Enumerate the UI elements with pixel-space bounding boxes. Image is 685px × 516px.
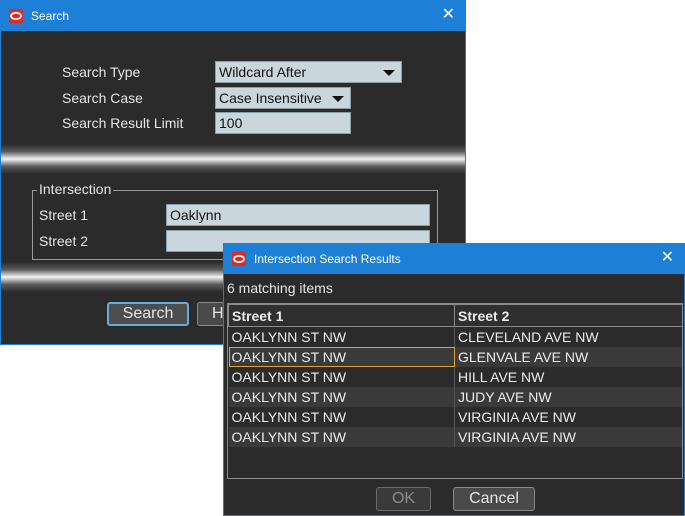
search-dialog-title: Search bbox=[31, 9, 70, 23]
table-row[interactable]: OAKLYNN ST NW VIRGINIA AVE NW bbox=[228, 427, 682, 447]
search-case-value: Case Insensitive bbox=[219, 90, 322, 106]
results-dialog-title: Intersection Search Results bbox=[254, 252, 401, 266]
search-dialog-titlebar[interactable]: Search ✕ bbox=[1, 1, 465, 31]
close-icon[interactable]: ✕ bbox=[661, 249, 674, 267]
intersection-legend: Intersection bbox=[37, 181, 114, 197]
oracle-logo-icon bbox=[232, 252, 246, 266]
table-cell[interactable]: OAKLYNN ST NW bbox=[228, 326, 455, 347]
table-cell[interactable]: CLEVELAND AVE NW bbox=[454, 326, 682, 347]
chevron-down-icon bbox=[332, 96, 344, 102]
table-cell[interactable]: GLENVALE AVE NW bbox=[454, 347, 682, 367]
table-row[interactable]: OAKLYNN ST NW CLEVELAND AVE NW bbox=[228, 326, 682, 347]
table-cell[interactable]: OAKLYNN ST NW bbox=[228, 427, 455, 447]
table-row[interactable]: OAKLYNN ST NW HILL AVE NW bbox=[228, 367, 682, 387]
street1-input[interactable]: Oaklynn bbox=[166, 204, 430, 226]
result-limit-label: Search Result Limit bbox=[62, 115, 184, 131]
search-type-label: Search Type bbox=[62, 64, 141, 80]
column-header-street2[interactable]: Street 2 bbox=[454, 304, 682, 327]
street1-label: Street 1 bbox=[39, 207, 89, 223]
separator bbox=[1, 144, 465, 174]
table-cell[interactable]: JUDY AVE NW bbox=[454, 387, 682, 407]
table-cell[interactable]: VIRGINIA AVE NW bbox=[454, 407, 682, 427]
close-icon[interactable]: ✕ bbox=[442, 6, 455, 24]
result-count: 6 matching items bbox=[227, 280, 333, 296]
table-cell[interactable]: OAKLYNN ST NW bbox=[228, 387, 455, 407]
search-button[interactable]: Search bbox=[107, 302, 189, 326]
table-row[interactable]: OAKLYNN ST NW JUDY AVE NW bbox=[228, 387, 682, 407]
results-table-frame[interactable]: Street 1 Street 2 OAKLYNN ST NW CLEVELAN… bbox=[227, 303, 683, 479]
chevron-down-icon bbox=[383, 70, 395, 76]
table-cell-selected[interactable]: OAKLYNN ST NW bbox=[228, 347, 455, 367]
table-cell[interactable]: VIRGINIA AVE NW bbox=[454, 427, 682, 447]
table-row[interactable]: OAKLYNN ST NW VIRGINIA AVE NW bbox=[228, 407, 682, 427]
search-type-select[interactable]: Wildcard After bbox=[215, 61, 402, 83]
ok-button[interactable]: OK bbox=[376, 487, 431, 511]
table-row[interactable]: OAKLYNN ST NW GLENVALE AVE NW bbox=[228, 347, 682, 367]
results-table[interactable]: Street 1 Street 2 OAKLYNN ST NW CLEVELAN… bbox=[228, 304, 682, 447]
cancel-button[interactable]: Cancel bbox=[453, 487, 535, 511]
table-cell[interactable]: HILL AVE NW bbox=[454, 367, 682, 387]
table-cell[interactable]: OAKLYNN ST NW bbox=[228, 367, 455, 387]
street2-label: Street 2 bbox=[39, 233, 89, 249]
column-header-street1[interactable]: Street 1 bbox=[228, 304, 455, 327]
search-case-label: Search Case bbox=[62, 90, 143, 106]
table-cell[interactable]: OAKLYNN ST NW bbox=[228, 407, 455, 427]
oracle-logo-icon bbox=[9, 9, 23, 23]
result-limit-input[interactable]: 100 bbox=[215, 112, 351, 134]
results-dialog: Intersection Search Results ✕ 6 matching… bbox=[223, 243, 685, 516]
search-type-value: Wildcard After bbox=[219, 64, 307, 80]
results-dialog-titlebar[interactable]: Intersection Search Results ✕ bbox=[224, 244, 684, 274]
search-case-select[interactable]: Case Insensitive bbox=[215, 87, 351, 109]
table-header-row: Street 1 Street 2 bbox=[228, 304, 682, 327]
